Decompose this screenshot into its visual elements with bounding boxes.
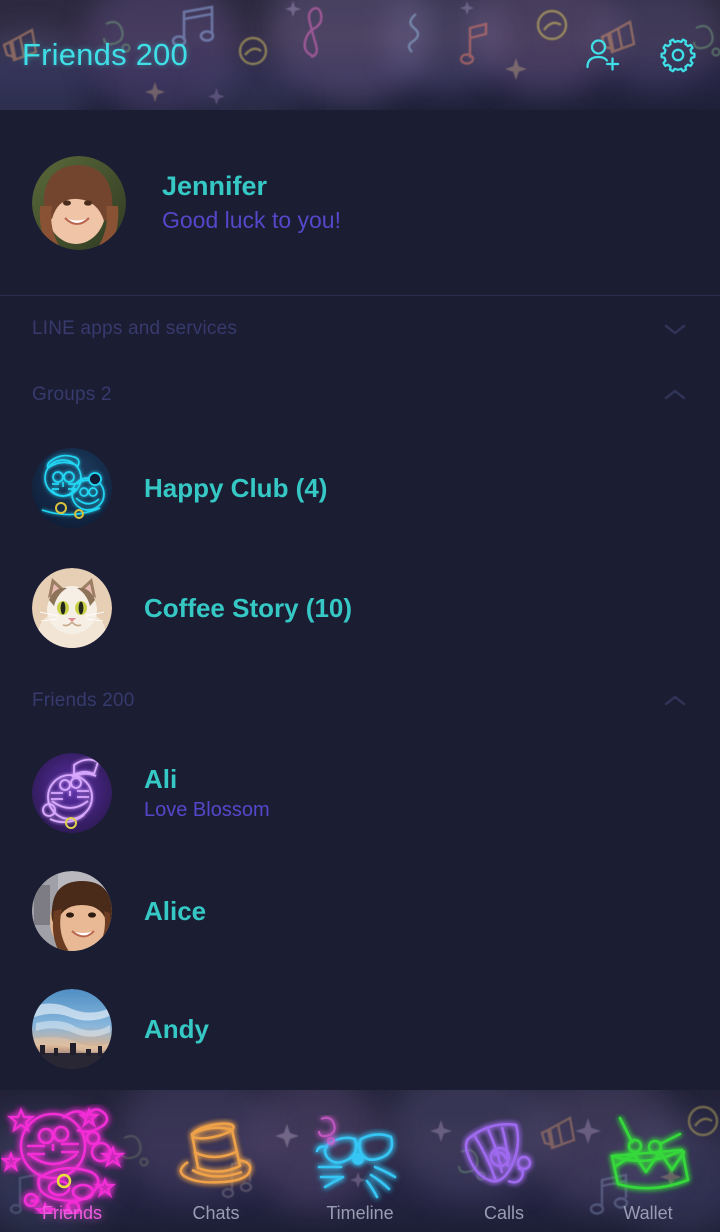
friend-name: Ali xyxy=(144,764,178,795)
neon-party-horn-icon xyxy=(454,1113,554,1205)
chevron-down-icon[interactable] xyxy=(662,321,688,337)
profile-status-message: Good luck to you! xyxy=(162,207,341,234)
gear-icon[interactable] xyxy=(658,35,698,75)
neon-drum-icon xyxy=(594,1113,702,1205)
section-label: LINE apps and services xyxy=(32,318,238,339)
list-item-body: Andy xyxy=(144,1014,209,1045)
bottom-navigation: Friends Chats Timeline Calls Wallet xyxy=(0,1090,720,1232)
section-header-line-apps[interactable]: LINE apps and services xyxy=(0,296,720,362)
my-profile-row[interactable]: Jennifer Good luck to you! xyxy=(0,110,720,296)
nav-label: Calls xyxy=(483,1203,524,1223)
nav-item-wallet[interactable]: Wallet xyxy=(576,1090,720,1232)
avatar[interactable] xyxy=(32,568,112,648)
person-add-icon[interactable] xyxy=(582,35,622,75)
list-item-body: Happy Club (4) xyxy=(144,473,327,504)
list-item[interactable]: Coffee Story (10) xyxy=(0,548,720,668)
nav-item-chats[interactable]: Chats xyxy=(144,1090,288,1232)
nav-label: Friends xyxy=(41,1203,103,1223)
list-item[interactable]: Ali Love Blossom xyxy=(0,734,720,852)
avatar[interactable] xyxy=(32,155,126,250)
neon-top-hat-icon xyxy=(170,1113,262,1205)
section-label: Groups 2 xyxy=(32,384,112,405)
section-label: Friends 200 xyxy=(32,690,135,711)
list-item-body: Coffee Story (10) xyxy=(144,593,352,624)
list-item[interactable]: Alice xyxy=(0,852,720,970)
nav-label: Chats xyxy=(192,1203,240,1223)
chevron-up-icon[interactable] xyxy=(662,387,688,403)
avatar[interactable] xyxy=(32,989,112,1069)
list-item-body: Ali Love Blossom xyxy=(144,764,270,822)
list-item[interactable]: Happy Club (4) xyxy=(0,428,720,548)
avatar[interactable] xyxy=(32,871,112,951)
section-header-groups[interactable]: Groups 2 xyxy=(0,362,720,428)
chevron-up-icon[interactable] xyxy=(662,693,688,709)
profile-text: Jennifer Good luck to you! xyxy=(162,170,341,235)
avatar[interactable] xyxy=(32,753,112,833)
avatar[interactable] xyxy=(32,448,112,528)
friend-name: Andy xyxy=(144,1013,209,1044)
nav-item-friends[interactable]: Friends xyxy=(0,1090,144,1232)
profile-name: Jennifer xyxy=(162,171,268,202)
section-header-friends[interactable]: Friends 200 xyxy=(0,668,720,734)
nav-item-timeline[interactable]: Timeline xyxy=(288,1090,432,1232)
nav-label: Wallet xyxy=(623,1203,673,1223)
list-item-body: Alice xyxy=(144,896,206,927)
list-item[interactable]: Andy xyxy=(0,970,720,1088)
nav-label: Timeline xyxy=(326,1203,394,1223)
friend-status-message: Love Blossom xyxy=(144,798,270,821)
friend-name: Alice xyxy=(144,895,207,926)
group-name: Coffee Story (10) xyxy=(144,592,353,623)
app-header: Friends 200 xyxy=(0,0,720,110)
page-title: Friends 200 xyxy=(22,37,188,72)
nav-items: Friends Chats Timeline Calls Wallet xyxy=(0,1090,720,1232)
neon-glasses-whiskers-icon xyxy=(305,1113,415,1205)
neon-doraemon-pink-icon xyxy=(1,1107,143,1214)
group-name: Happy Club (4) xyxy=(144,472,328,503)
header-actions xyxy=(582,35,698,75)
nav-item-calls[interactable]: Calls xyxy=(432,1090,576,1232)
